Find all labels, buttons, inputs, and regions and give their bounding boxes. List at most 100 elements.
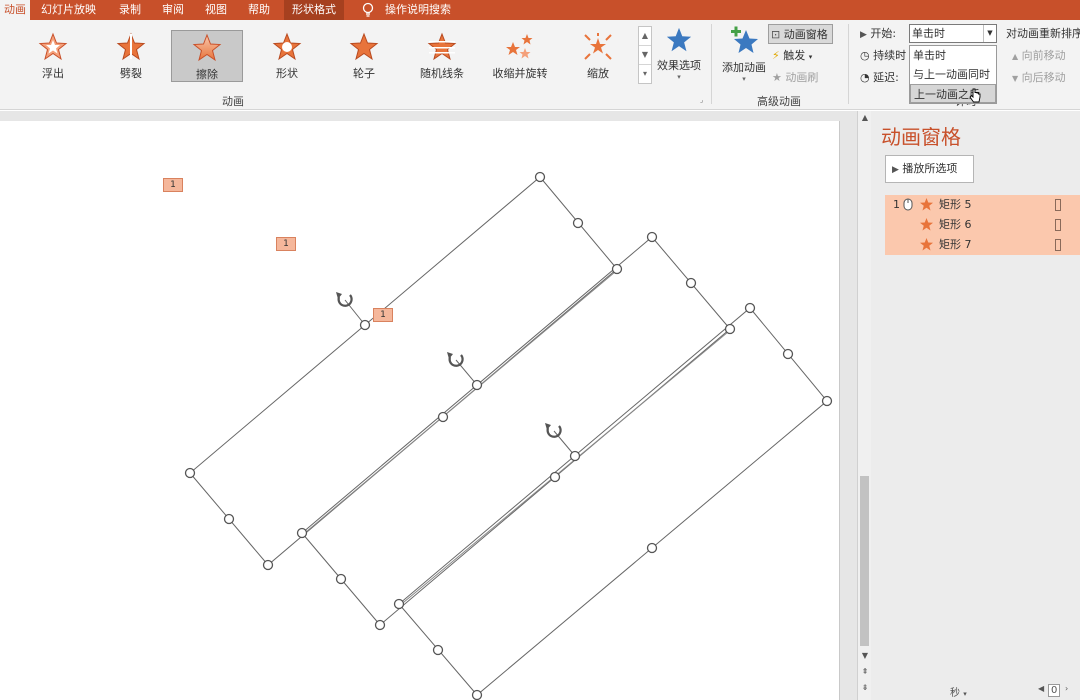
grow-turn-star-icon — [506, 34, 533, 59]
timeline-page[interactable]: 0 — [1048, 684, 1061, 697]
duration-label-text: 持续时 — [873, 49, 907, 62]
start-option-on-click[interactable]: 单击时 — [910, 46, 996, 65]
scroll-up-icon[interactable]: ▲ — [858, 113, 872, 125]
up-triangle-icon: ▲ — [1012, 52, 1019, 61]
scroll-left-icon[interactable]: ◀ — [1038, 684, 1044, 693]
gallery-label: 轮子 — [353, 67, 375, 80]
effect-options-button[interactable]: 效果选项 ▾ — [655, 26, 703, 81]
gallery-label: 劈裂 — [120, 67, 142, 80]
animation-list: 1 矩形 5 矩形 6 矩形 7 — [885, 195, 1080, 255]
wipe-star-icon — [192, 33, 222, 62]
split-star-icon — [116, 32, 146, 61]
play-selected-button[interactable]: ▶ 播放所选项 — [885, 155, 974, 183]
animation-pane-label: 动画窗格 — [783, 28, 828, 41]
shape-star-icon — [272, 32, 302, 61]
animation-pane-button[interactable]: ⊡ 动画窗格 — [768, 24, 833, 44]
item-name: 矩形 5 — [939, 198, 972, 211]
animation-random-bars[interactable]: 随机线条 — [406, 30, 478, 82]
gallery-label: 浮出 — [42, 67, 64, 80]
gallery-more-icon[interactable]: ▾ — [639, 65, 651, 84]
tab-slideshow[interactable]: 幻灯片放映 — [41, 0, 96, 20]
seconds-label: 秒 — [950, 688, 960, 699]
item-number: 1 — [893, 198, 900, 211]
clock-icon: ◷ — [860, 49, 870, 62]
seconds-dropdown[interactable]: 秒 ▾ — [950, 684, 967, 699]
chevron-down-icon[interactable]: ▼ — [983, 25, 996, 42]
divider — [848, 24, 849, 104]
animation-wheel[interactable]: 轮子 — [328, 30, 400, 82]
start-label: ▶ 开始: — [860, 24, 896, 44]
blue-star-icon — [666, 27, 692, 52]
item-name: 矩形 6 — [939, 218, 972, 231]
start-select[interactable]: 单击时 ▼ — [909, 24, 997, 43]
animation-painter-label: 动画刷 — [785, 71, 819, 84]
animation-pane-icon: ⊡ — [771, 28, 781, 41]
reorder-label: 对动画重新排序 — [1006, 27, 1080, 40]
delay-label-text: 延迟: — [873, 71, 899, 84]
move-later-button[interactable]: ▼ 向后移动 — [1012, 68, 1066, 88]
gallery-up-arrow-icon[interactable]: ▲ — [639, 27, 651, 46]
scroll-down-icon[interactable]: ▼ — [858, 651, 872, 663]
gallery-label: 随机线条 — [420, 67, 464, 80]
slide-canvas[interactable]: 1 1 1 — [0, 121, 840, 700]
animation-item[interactable]: 矩形 7 — [885, 235, 1080, 255]
animation-shape[interactable]: 形状 — [251, 30, 323, 82]
start-option-after-previous[interactable]: 上一动画之后 — [910, 84, 996, 103]
previous-slide-icon[interactable]: ⇞ — [858, 667, 872, 679]
pane-timeline-footer: 秒 ▾ ◀ 0 › — [871, 684, 1080, 700]
move-later-label: 向后移动 — [1021, 71, 1066, 84]
tell-me-search[interactable]: 操作说明搜索 — [385, 0, 451, 20]
animation-split[interactable]: 劈裂 — [95, 30, 167, 82]
scroll-thumb[interactable] — [860, 476, 869, 646]
start-option-with-previous[interactable]: 与上一动画同时 — [910, 65, 996, 84]
move-earlier-label: 向前移动 — [1021, 49, 1066, 62]
scroll-right-icon[interactable]: › — [1065, 684, 1068, 693]
group-label-advanced: 高级动画 — [757, 95, 801, 108]
tab-animations[interactable]: 动画 — [0, 0, 30, 20]
animation-item[interactable]: 1 矩形 5 — [885, 195, 1080, 215]
next-slide-icon[interactable]: ⇟ — [858, 683, 872, 695]
tab-help[interactable]: 帮助 — [248, 0, 270, 20]
random-bars-star-icon — [427, 32, 457, 61]
gallery-scroll: ▲ ▼ ▾ — [638, 26, 652, 84]
animation-grow-turn[interactable]: 收缩并旋转 — [484, 30, 556, 82]
gallery-label: 缩放 — [587, 67, 609, 80]
lightbulb-icon — [362, 2, 374, 17]
delay-clock-icon: ◔ — [860, 71, 870, 84]
animation-tag[interactable]: 1 — [373, 308, 393, 322]
chevron-down-icon: ▾ — [808, 53, 813, 61]
animation-tag[interactable]: 1 — [163, 178, 183, 192]
wheel-star-icon — [349, 32, 379, 61]
vertical-scrollbar[interactable]: ▲ ▼ ⇞ ⇟ — [857, 111, 871, 700]
trigger-label: 触发 — [783, 49, 806, 62]
play-icon: ▶ — [892, 165, 899, 175]
trigger-button[interactable]: ⚡ 触发 ▾ — [772, 46, 812, 66]
animation-float-in[interactable]: 浮出 — [17, 30, 89, 82]
gallery-down-arrow-icon[interactable]: ▼ — [639, 46, 651, 65]
tab-shape-format[interactable]: 形状格式 — [284, 0, 344, 20]
start-dropdown-list: 单击时 与上一动画同时 上一动画之后 — [909, 45, 997, 104]
move-earlier-button[interactable]: ▲ 向前移动 — [1012, 46, 1066, 66]
delay-label: ◔ 延迟: — [860, 68, 899, 88]
tab-review[interactable]: 审阅 — [162, 0, 184, 20]
timeline-bar — [1055, 199, 1061, 211]
animation-item[interactable]: 矩形 6 — [885, 215, 1080, 235]
play-selected-label: 播放所选项 — [902, 162, 958, 175]
effect-options-label: 效果选项 — [657, 59, 701, 72]
tab-record[interactable]: 录制 — [119, 0, 141, 20]
slide-workspace: 1 1 1 — [0, 111, 857, 700]
timeline-bar — [1055, 219, 1061, 231]
group-label-animation: 动画 — [222, 95, 244, 108]
animation-pane: 动画窗格 ▶ 播放所选项 1 矩形 5 矩形 6 矩形 7 秒 ▾ ◀ 0 › — [871, 111, 1080, 700]
lightning-icon: ⚡ — [772, 49, 780, 62]
mouse-click-icon — [903, 198, 913, 211]
chevron-down-icon: ▾ — [742, 75, 746, 83]
animation-zoom[interactable]: 缩放 — [562, 30, 634, 82]
add-animation-button[interactable]: 添加动画 ▾ — [718, 26, 770, 83]
animation-painter-button[interactable]: ★ 动画刷 — [772, 68, 818, 88]
tab-view[interactable]: 视图 — [205, 0, 227, 20]
selected-rectangles[interactable] — [0, 121, 840, 700]
dialog-launcher-icon[interactable]: ⌟ — [700, 96, 708, 104]
animation-wipe[interactable]: 擦除 — [171, 30, 243, 82]
animation-tag[interactable]: 1 — [276, 237, 296, 251]
